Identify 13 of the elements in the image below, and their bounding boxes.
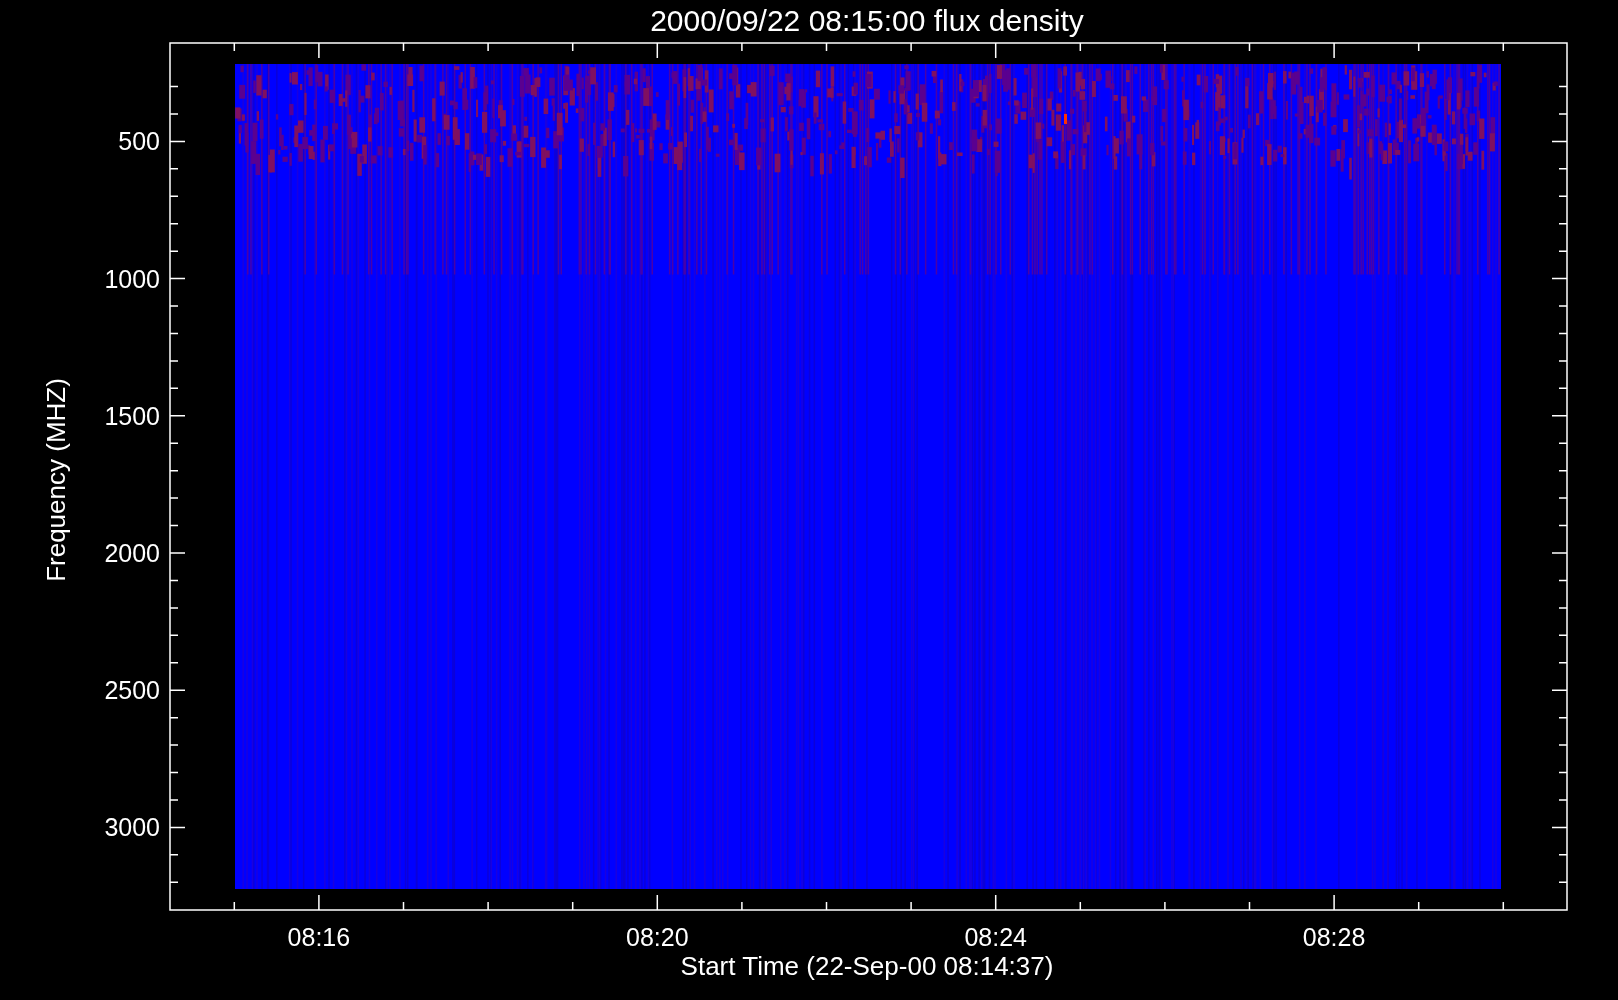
y-tick-label: 500: [118, 127, 160, 156]
x-tick-label: 08:24: [964, 923, 1027, 951]
plot-title: 2000/09/22 08:15:00 flux density: [650, 4, 1084, 37]
x-tick-label: 08:28: [1302, 923, 1366, 951]
y-tick-label: 1500: [104, 401, 160, 430]
x-tick-label: 08:16: [287, 923, 351, 951]
x-axis-label: Start Time (22-Sep-00 08:14:37): [680, 951, 1054, 981]
y-tick-label: 3000: [104, 813, 160, 842]
y-axis-label: Frequency (MHZ): [41, 378, 71, 582]
y-tick-label: 2500: [104, 676, 160, 705]
x-tick-label: 08:20: [626, 923, 689, 951]
y-tick-label: 1000: [104, 264, 160, 293]
y-tick-label: 2000: [104, 539, 160, 567]
